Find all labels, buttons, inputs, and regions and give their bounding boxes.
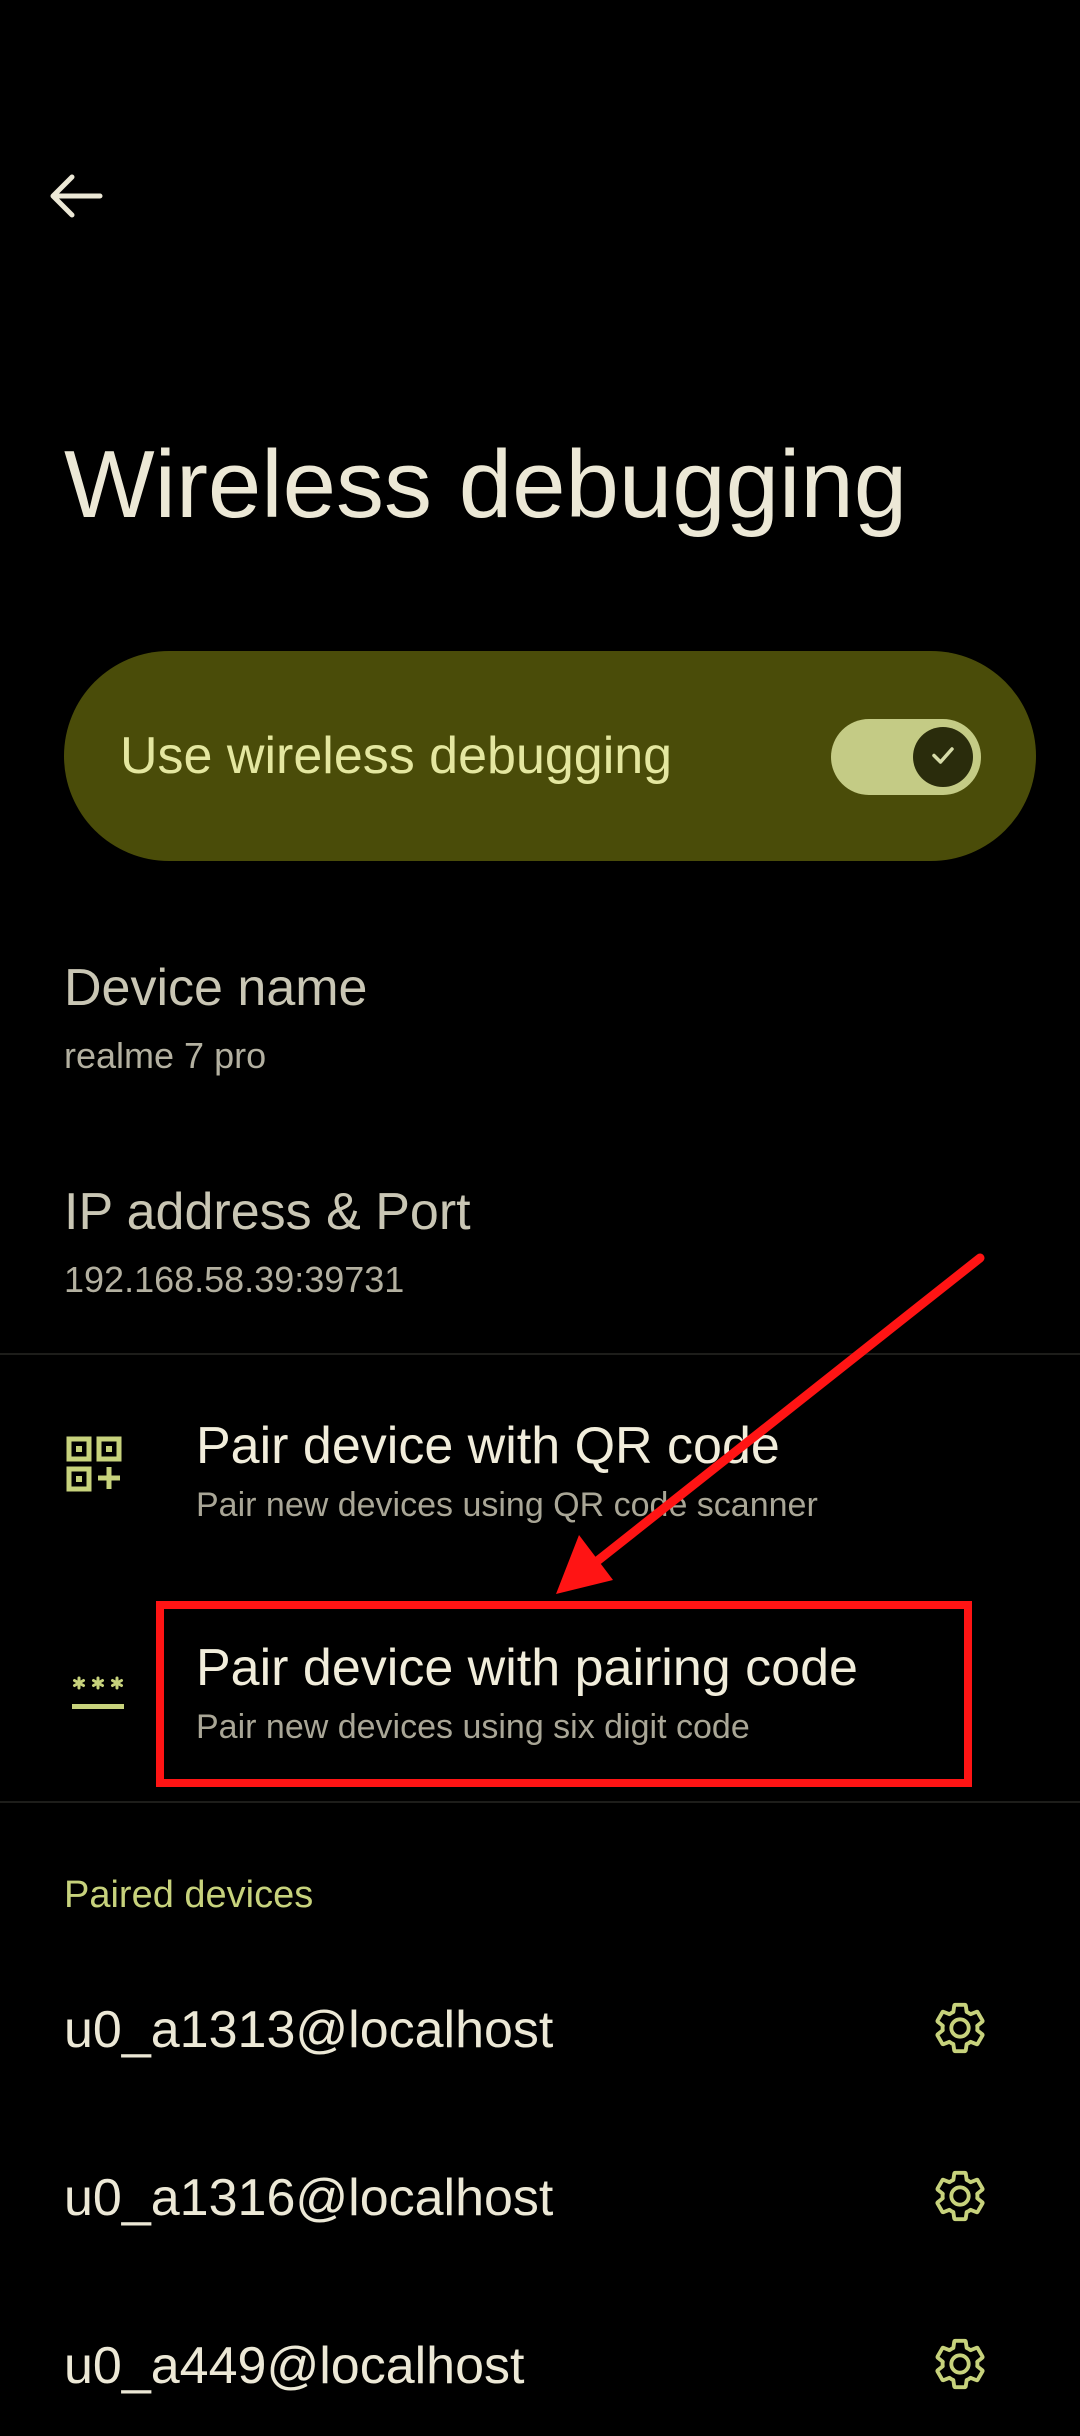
paired-devices-header: Paired devices bbox=[64, 1874, 314, 1916]
paired-device-name: u0_a1313@localhost bbox=[64, 2001, 554, 2059]
divider bbox=[0, 1353, 1080, 1355]
page-title: Wireless debugging bbox=[64, 431, 908, 538]
password-icon bbox=[70, 1674, 126, 1719]
main-toggle-label: Use wireless debugging bbox=[120, 727, 673, 785]
paired-device-name: u0_a449@localhost bbox=[64, 2337, 525, 2395]
arrow-left-icon bbox=[44, 164, 108, 233]
device-name-preference[interactable]: Device name realme 7 pro bbox=[0, 940, 1080, 1100]
ip-address-preference: IP address & Port 192.168.58.39:39731 bbox=[0, 1164, 1080, 1324]
qr-code-icon bbox=[66, 1436, 122, 1497]
device-settings-button[interactable] bbox=[918, 2324, 1002, 2408]
paired-device-item[interactable]: u0_a1313@localhost bbox=[0, 1960, 1080, 2100]
pair-qr-title: Pair device with QR code bbox=[196, 1417, 780, 1475]
switch-thumb bbox=[913, 727, 973, 787]
gear-icon bbox=[931, 2335, 989, 2398]
gear-icon bbox=[931, 1999, 989, 2062]
device-settings-button[interactable] bbox=[918, 2156, 1002, 2240]
paired-device-item[interactable]: u0_a1316@localhost bbox=[0, 2128, 1080, 2268]
device-settings-button[interactable] bbox=[918, 1988, 1002, 2072]
wireless-debugging-switch[interactable] bbox=[831, 719, 981, 795]
use-wireless-debugging-toggle-row[interactable]: Use wireless debugging bbox=[64, 651, 1036, 861]
check-icon bbox=[927, 739, 959, 776]
paired-device-name: u0_a1316@localhost bbox=[64, 2169, 554, 2227]
ip-address-value: 192.168.58.39:39731 bbox=[64, 1259, 405, 1300]
ip-address-title: IP address & Port bbox=[64, 1183, 471, 1241]
back-button[interactable] bbox=[28, 150, 124, 246]
annotation-highlight-box bbox=[156, 1601, 972, 1787]
divider bbox=[0, 1801, 1080, 1803]
paired-device-item[interactable]: u0_a449@localhost bbox=[0, 2296, 1080, 2436]
pair-qr-summary: Pair new devices using QR code scanner bbox=[196, 1486, 818, 1524]
pair-qr-code-item[interactable]: Pair device with QR code Pair new device… bbox=[0, 1384, 1080, 1564]
gear-icon bbox=[931, 2167, 989, 2230]
device-name-title: Device name bbox=[64, 959, 368, 1017]
device-name-value: realme 7 pro bbox=[64, 1035, 267, 1076]
